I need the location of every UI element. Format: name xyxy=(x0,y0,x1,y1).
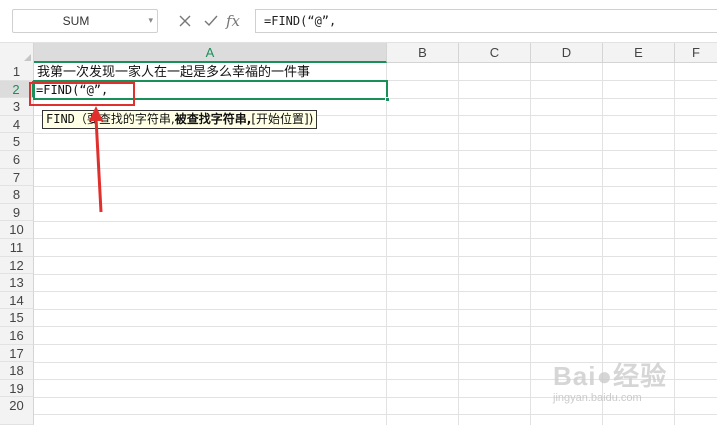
watermark-logo: Bai●经验 xyxy=(553,361,668,391)
column-header-f[interactable]: F xyxy=(675,43,717,63)
column-header-d[interactable]: D xyxy=(531,43,603,63)
watermark: Bai●经验 jingyan.baidu.com xyxy=(553,356,713,416)
cell-a1[interactable]: 我第一次发现一家人在一起是多么幸福的一件事 xyxy=(37,64,310,81)
tooltip-arg-within-text: 被查找字符串, xyxy=(174,112,252,126)
annotation-highlight-box xyxy=(29,82,135,106)
tooltip-arg-find-text: 要查找的字符串, xyxy=(86,112,175,126)
row-header-17[interactable]: 17 xyxy=(0,344,34,363)
row-header-7[interactable]: 7 xyxy=(0,168,34,187)
row-header-20[interactable]: 20 xyxy=(0,397,34,425)
function-tooltip: FIND（要查找的字符串,被查找字符串,[开始位置]) xyxy=(42,110,318,129)
name-box-value: SUM xyxy=(62,14,90,28)
select-all-corner[interactable] xyxy=(0,43,34,63)
tooltip-arg-start: [开始位置]) xyxy=(251,112,314,126)
fx-label: fx xyxy=(226,12,241,30)
name-box[interactable]: SUM ▾ xyxy=(12,9,158,33)
row-header-12[interactable]: 12 xyxy=(0,256,34,275)
row-header-9[interactable]: 9 xyxy=(0,203,34,222)
chevron-down-icon[interactable]: ▾ xyxy=(148,10,153,32)
check-icon[interactable] xyxy=(201,11,221,31)
tooltip-open-paren: （ xyxy=(74,112,87,126)
column-header-row: A B C D E F xyxy=(0,42,717,63)
watermark-url: jingyan.baidu.com xyxy=(553,392,642,404)
row-header-10[interactable]: 10 xyxy=(0,221,34,239)
row-header-18[interactable]: 18 xyxy=(0,362,34,380)
row-header-14[interactable]: 14 xyxy=(0,291,34,310)
column-header-a[interactable]: A xyxy=(34,43,387,63)
row-header-11[interactable]: 11 xyxy=(0,239,34,257)
column-header-c[interactable]: C xyxy=(459,43,531,63)
row-header-19[interactable]: 19 xyxy=(0,379,34,398)
row-header-16[interactable]: 16 xyxy=(0,327,34,345)
fill-handle[interactable] xyxy=(385,97,390,102)
fx-icon[interactable]: fx xyxy=(226,11,250,31)
close-icon[interactable] xyxy=(175,11,195,31)
row-header-8[interactable]: 8 xyxy=(0,186,34,204)
row-header-13[interactable]: 13 xyxy=(0,274,34,292)
tooltip-function-name[interactable]: FIND xyxy=(46,112,75,126)
column-header-e[interactable]: E xyxy=(603,43,675,63)
row-header-6[interactable]: 6 xyxy=(0,151,34,169)
formula-bar: SUM ▾ fx =FIND(“@”, xyxy=(0,0,717,42)
row-header-4[interactable]: 4 xyxy=(0,115,34,134)
row-header-1[interactable]: 1 xyxy=(0,63,34,81)
formula-input[interactable]: =FIND(“@”, xyxy=(255,9,717,33)
column-header-b[interactable]: B xyxy=(387,43,459,63)
row-header-15[interactable]: 15 xyxy=(0,309,34,327)
row-header-5[interactable]: 5 xyxy=(0,133,34,151)
